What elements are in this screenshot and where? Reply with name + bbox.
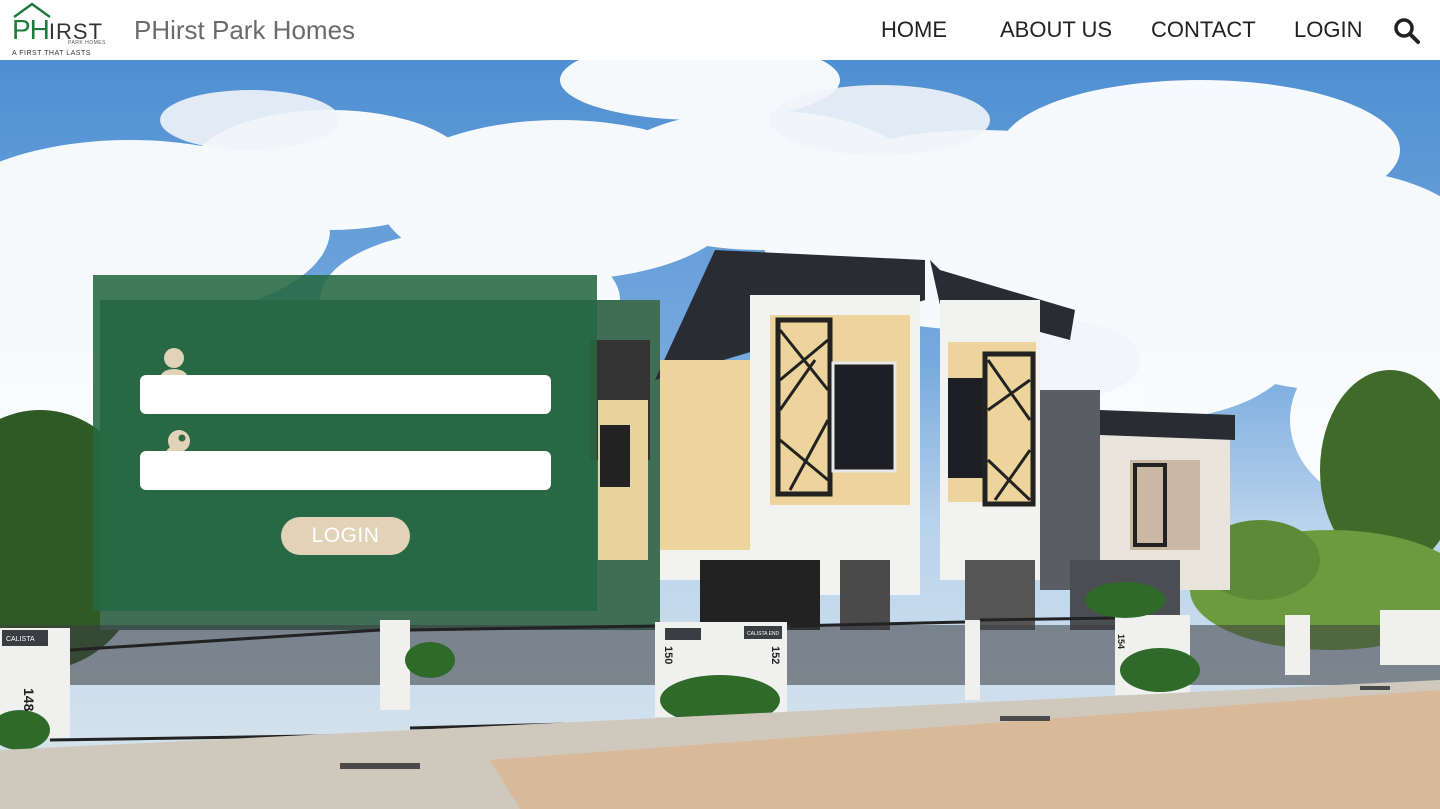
logo-subtitle: PARK HOMES <box>68 40 106 46</box>
unit-number: 152 <box>769 646 781 664</box>
sign-label: CALISTA <box>6 636 35 643</box>
nav-about-us[interactable]: ABOUT US <box>1000 17 1112 43</box>
nav-home[interactable]: HOME <box>881 17 947 43</box>
username-field[interactable] <box>140 375 551 414</box>
unit-number: 154 <box>1116 634 1126 649</box>
site-header: PHIRST PARK HOMES A FIRST THAT LASTS PHi… <box>0 0 1440 60</box>
site-title: PHirst Park Homes <box>134 15 356 45</box>
login-panel: LOGIN <box>93 275 597 611</box>
search-icon[interactable] <box>1393 17 1421 45</box>
unit-number: 150 <box>662 646 674 664</box>
logo-ph: PH <box>12 14 50 45</box>
sign-label: CALISTA END <box>747 631 780 637</box>
nav-contact[interactable]: CONTACT <box>1151 17 1256 43</box>
login-button[interactable]: LOGIN <box>281 517 410 555</box>
password-field[interactable] <box>140 451 551 490</box>
nav-login[interactable]: LOGIN <box>1294 17 1362 43</box>
logo-tagline: A FIRST THAT LASTS <box>12 50 91 57</box>
unit-number: 148 <box>21 688 37 712</box>
phirst-logo[interactable]: PHIRST PARK HOMES A FIRST THAT LASTS <box>10 2 116 58</box>
